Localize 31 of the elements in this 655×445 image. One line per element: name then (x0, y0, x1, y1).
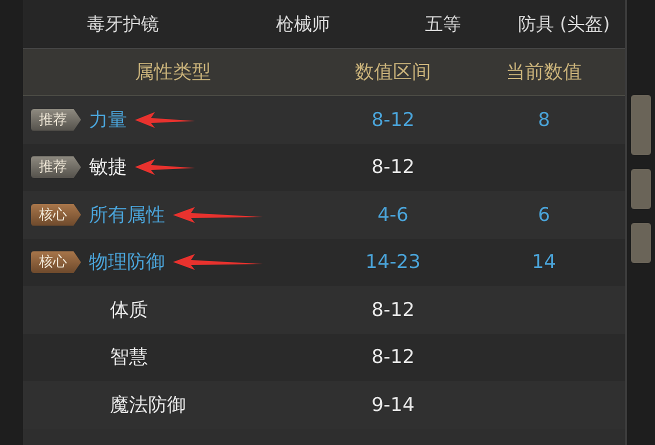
item-grade: 五等 (425, 13, 461, 36)
item-class: 枪械师 (276, 13, 330, 36)
column-header: 数值区间 (355, 60, 431, 85)
value-range: 14-23 (365, 251, 421, 274)
column-header: 属性类型 (135, 60, 211, 85)
attribute-name: 力量 (89, 108, 127, 133)
attribute-name: 智慧 (110, 345, 148, 370)
value-range: 4-6 (377, 204, 409, 226)
item-slot: 防具 (头盔) (518, 12, 610, 36)
attribute-name: 物理防御 (89, 250, 165, 276)
tag-label: 推荐 (31, 108, 81, 131)
side-panel (631, 223, 651, 263)
current-value: 8 (538, 108, 550, 131)
tag-label: 推荐 (31, 156, 81, 178)
current-value: 14 (532, 251, 556, 274)
value-range: 8-12 (371, 108, 415, 131)
column-header: 当前数值 (506, 60, 582, 85)
attribute-name: 敏捷 (89, 155, 127, 180)
tag-label: 核心 (31, 204, 81, 226)
side-panel (631, 95, 651, 155)
item-name: 毒牙护镜 (87, 13, 159, 36)
value-range: 8-12 (371, 346, 415, 368)
side-panel (631, 169, 651, 209)
attribute-name: 魔法防御 (110, 392, 186, 418)
attribute-name: 体质 (110, 298, 148, 323)
current-value: 6 (538, 204, 550, 226)
attribute-name: 所有属性 (89, 202, 165, 228)
value-range: 8-12 (371, 298, 415, 321)
value-range: 8-12 (371, 156, 415, 178)
value-range: 9-14 (371, 394, 415, 416)
tag-label: 核心 (31, 251, 81, 274)
